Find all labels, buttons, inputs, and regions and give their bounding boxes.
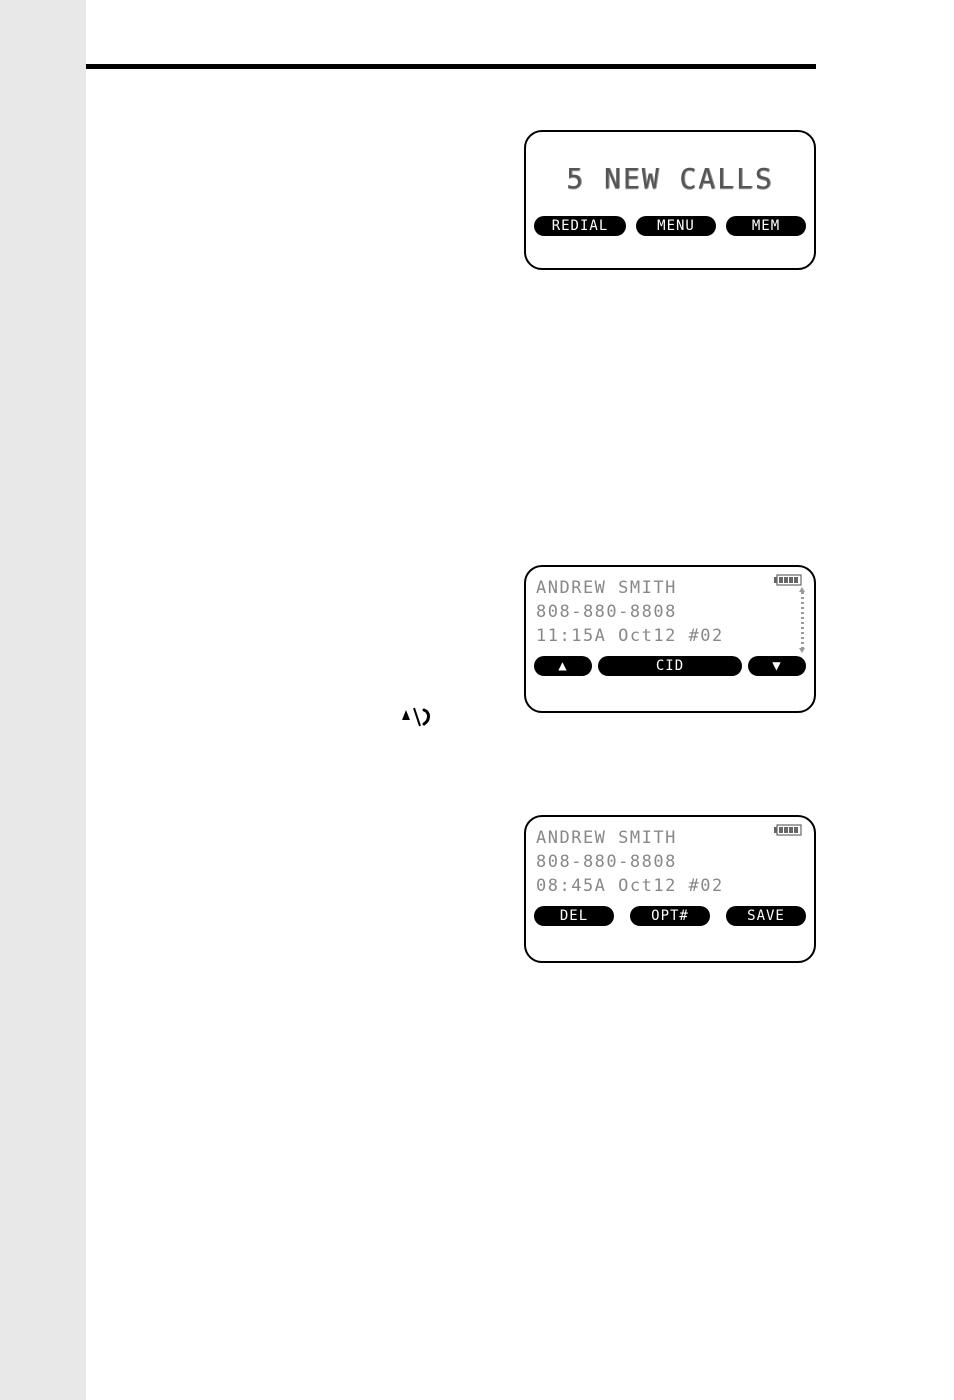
softkey-down-arrow[interactable]: ▼ — [748, 656, 806, 676]
caller-record: ANDREW SMITH 808-880-8808 11:15A Oct12 #… — [534, 573, 806, 650]
softkey-up-arrow[interactable]: ▲ — [534, 656, 592, 676]
caller-number: 808-880-8808 — [536, 851, 804, 875]
new-calls-counter: 5 NEW CALLS — [534, 138, 806, 210]
caller-timestamp: 08:45A Oct12 #02 — [536, 875, 804, 899]
lcd-screen-cid-list: ANDREW SMITH 808-880-8808 11:15A Oct12 #… — [524, 565, 816, 713]
softkey-row: ▲ CID ▼ — [534, 656, 806, 676]
lcd-screen-new-calls: 5 NEW CALLS REDIAL MENU MEM — [524, 130, 816, 270]
softkey-save[interactable]: SAVE — [726, 906, 806, 926]
caller-number: 808-880-8808 — [536, 601, 804, 625]
caller-name: ANDREW SMITH — [536, 827, 804, 851]
page-left-margin — [0, 0, 86, 1400]
caller-record: ANDREW SMITH 808-880-8808 08:45A Oct12 #… — [534, 823, 806, 900]
lcd-screen-cid-detail: ANDREW SMITH 808-880-8808 08:45A Oct12 #… — [524, 815, 816, 963]
softkey-mem[interactable]: MEM — [726, 216, 806, 236]
softkey-row: REDIAL MENU MEM — [534, 216, 806, 236]
softkey-cid[interactable]: CID — [598, 656, 742, 676]
caller-timestamp: 11:15A Oct12 #02 — [536, 625, 804, 649]
jog-dial-icon — [400, 706, 432, 728]
softkey-del[interactable]: DEL — [534, 906, 614, 926]
caller-name: ANDREW SMITH — [536, 577, 804, 601]
softkey-redial[interactable]: REDIAL — [534, 216, 626, 236]
softkey-menu[interactable]: MENU — [636, 216, 716, 236]
softkey-row: DEL OPT# SAVE — [534, 906, 806, 926]
softkey-opt-num[interactable]: OPT# — [630, 906, 710, 926]
section-divider — [86, 64, 816, 69]
